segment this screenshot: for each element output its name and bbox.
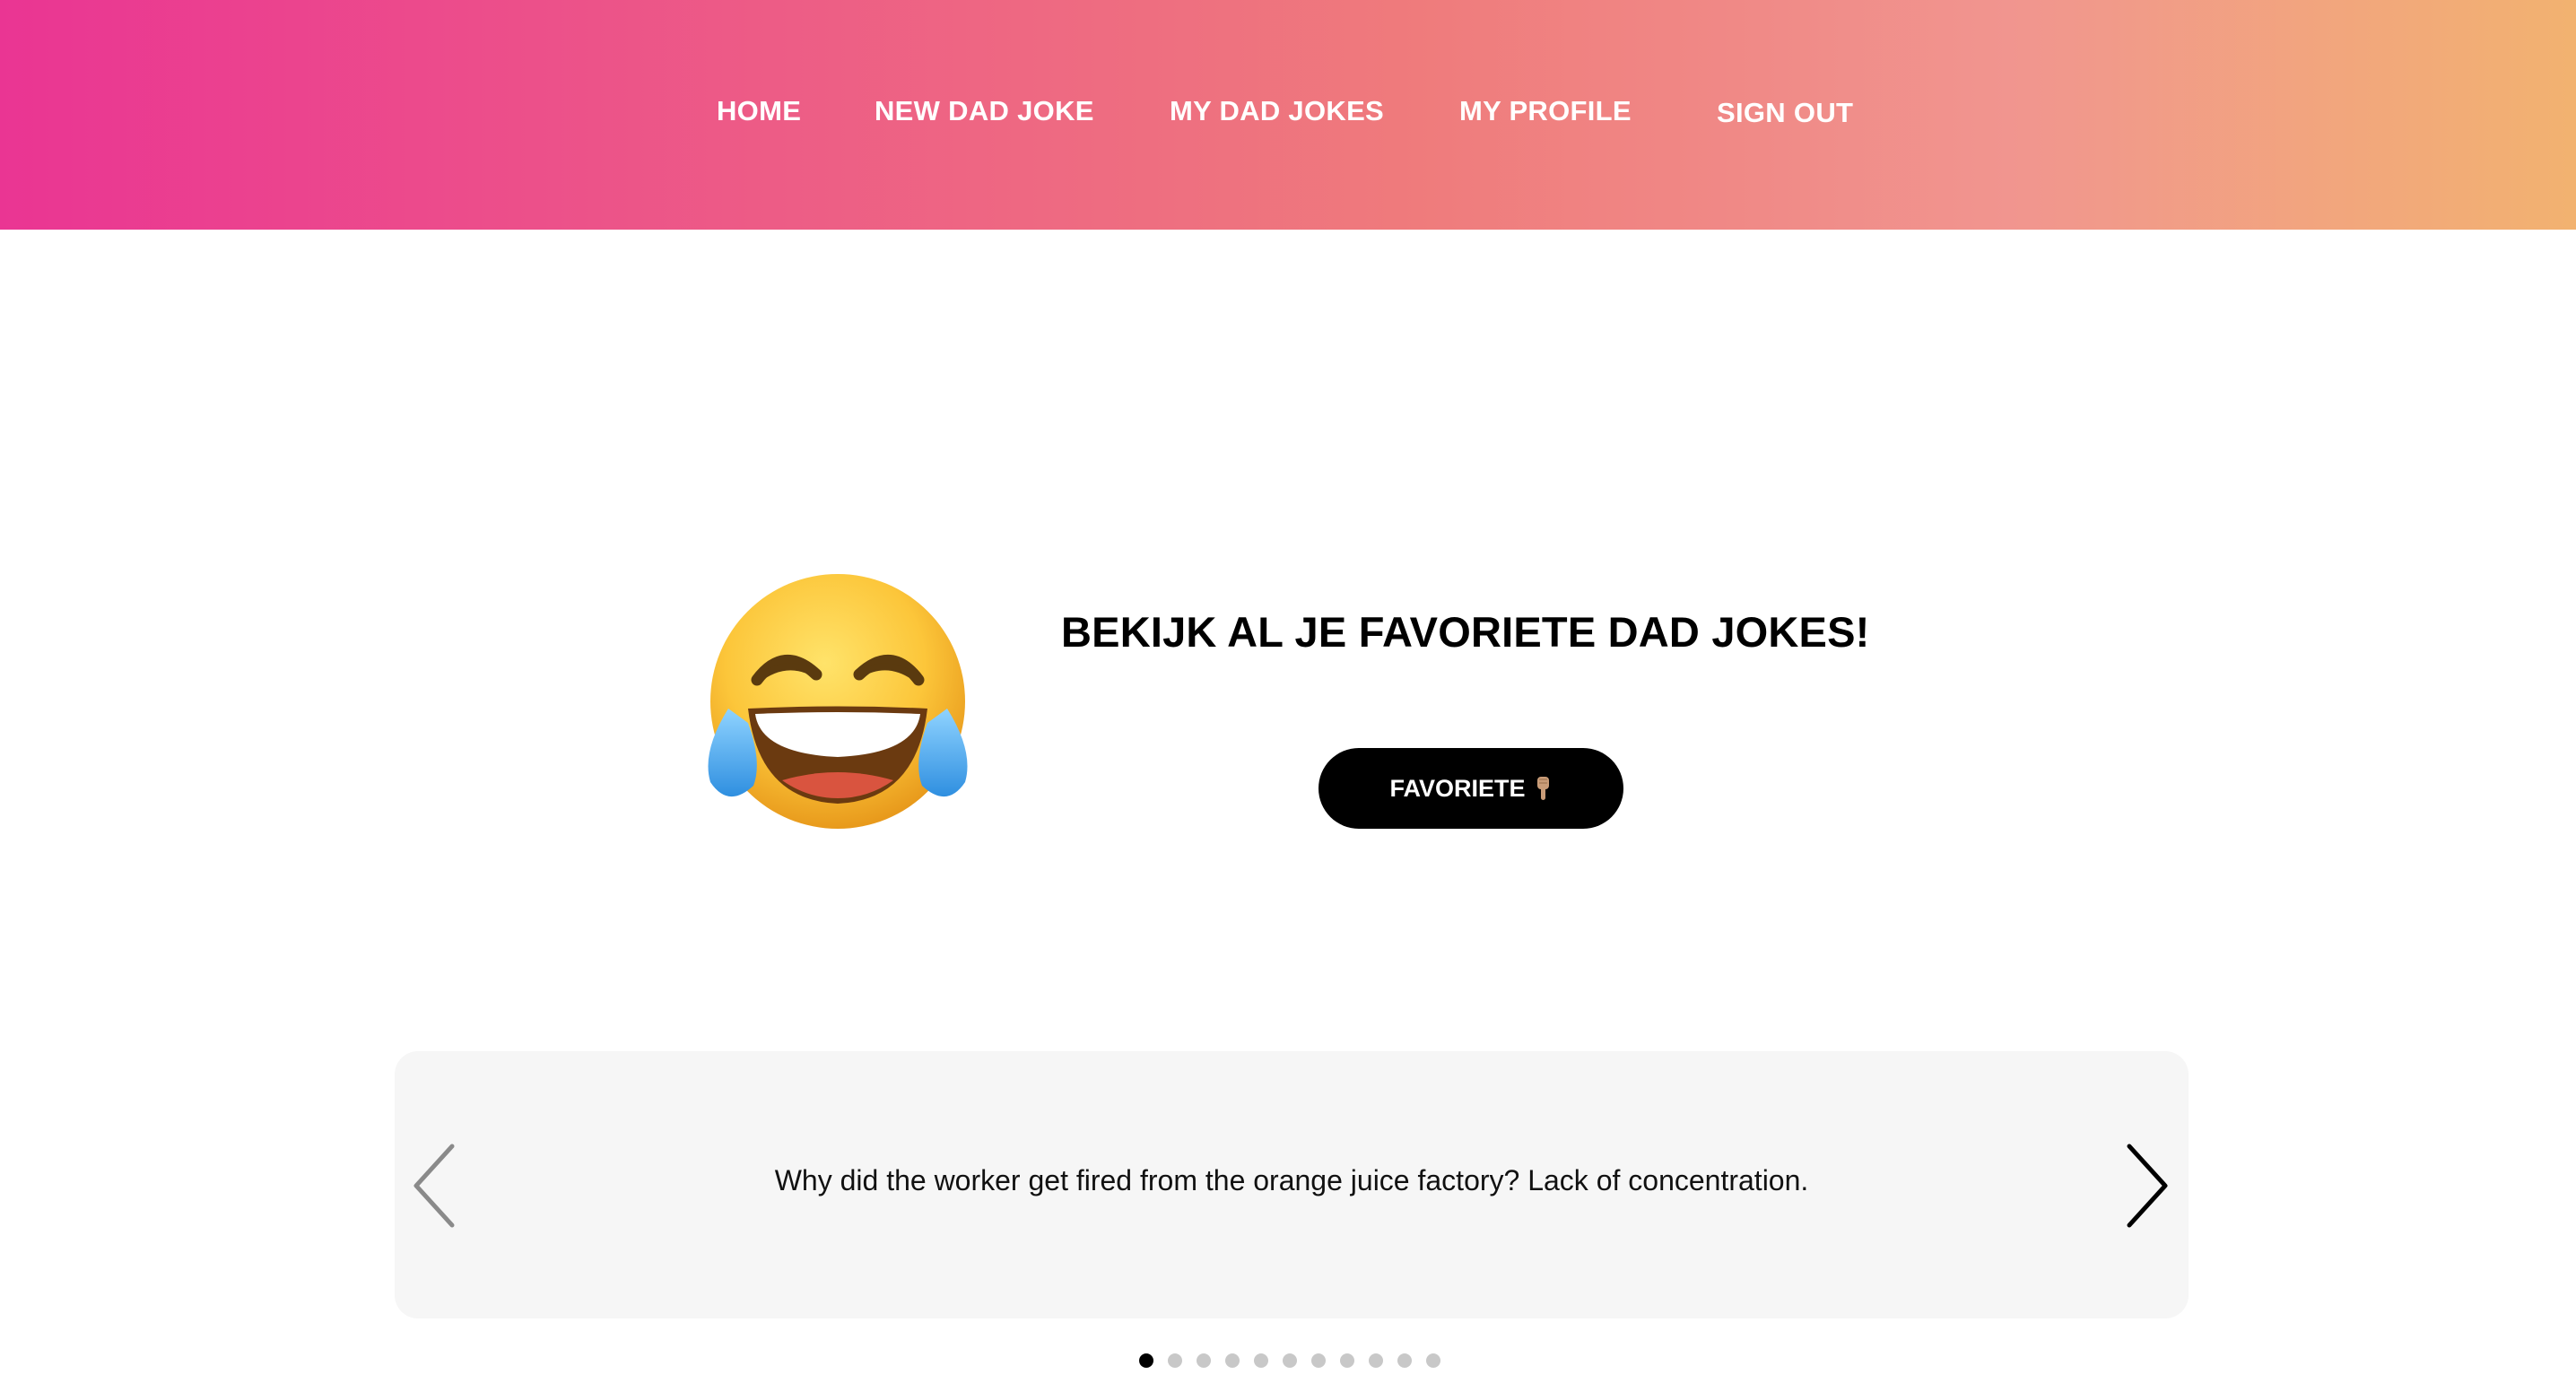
carousel-dot[interactable] (1225, 1353, 1240, 1368)
carousel-dot[interactable] (1139, 1353, 1153, 1368)
carousel-dot[interactable] (1340, 1353, 1354, 1368)
carousel-dot[interactable] (1283, 1353, 1297, 1368)
nav-sign-out[interactable]: SIGN OUT (1717, 95, 1853, 131)
favoriete-button[interactable]: FAVORIETE (1318, 748, 1623, 829)
chevron-right-icon[interactable] (2117, 1141, 2171, 1231)
carousel-dot[interactable] (1311, 1353, 1326, 1368)
nav-my-profile[interactable]: MY PROFILE (1459, 93, 1632, 129)
carousel-dot[interactable] (1197, 1353, 1211, 1368)
carousel-pagination (1139, 1353, 1440, 1371)
nav-home[interactable]: HOME (717, 93, 801, 129)
joke-text: Why did the worker get fired from the or… (774, 1164, 1809, 1196)
hero-title: BEKIJK AL JE FAVORIETE DAD JOKES! (1061, 608, 1870, 656)
top-nav-bar: HOME NEW DAD JOKE MY DAD JOKES MY PROFIL… (0, 0, 2576, 230)
favoriete-button-label: FAVORIETE (1389, 774, 1526, 802)
carousel-dot[interactable] (1397, 1353, 1412, 1368)
carousel-dot[interactable] (1254, 1353, 1268, 1368)
joke-carousel: Why did the worker get fired from the or… (395, 1051, 2189, 1318)
nav-new-dad-joke[interactable]: NEW DAD JOKE (875, 93, 1094, 129)
nav-my-dad-jokes[interactable]: MY DAD JOKES (1170, 93, 1384, 129)
pointing-down-hand-icon (1535, 775, 1553, 802)
carousel-dot[interactable] (1426, 1353, 1440, 1368)
carousel-dot[interactable] (1369, 1353, 1383, 1368)
carousel-dot[interactable] (1168, 1353, 1182, 1368)
face-with-tears-of-joy-icon (701, 574, 970, 834)
